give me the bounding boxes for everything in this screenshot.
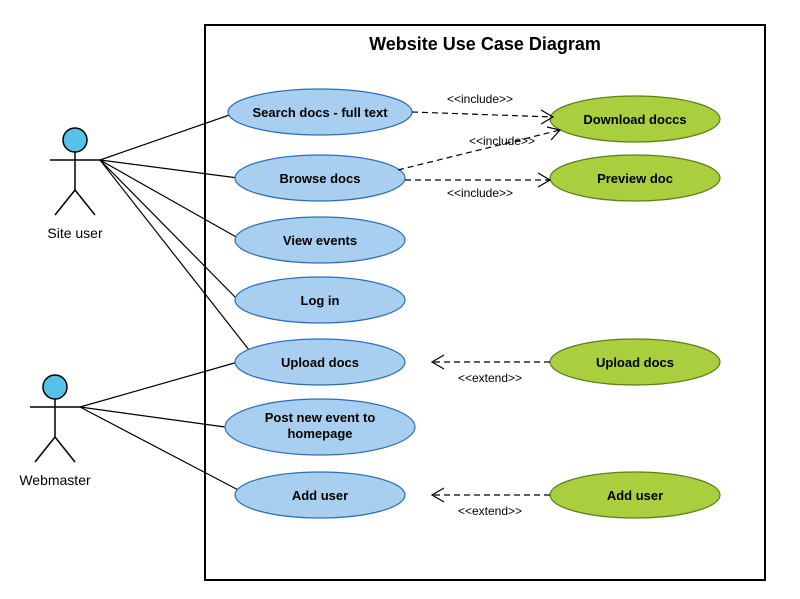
svg-text:Log in: Log in bbox=[301, 293, 340, 308]
actor-webmaster-label: Webmaster bbox=[19, 472, 91, 488]
actor-site-user-label: Site user bbox=[47, 225, 103, 241]
svg-text:Add user: Add user bbox=[292, 488, 348, 503]
svg-text:Post new event to: Post new event to bbox=[265, 410, 376, 425]
svg-text:<<extend>>: <<extend>> bbox=[458, 371, 522, 385]
svg-text:Search docs - full text: Search docs - full text bbox=[252, 105, 388, 120]
assoc-webmaster-postevent bbox=[80, 407, 225, 427]
usecase-post-event: Post new event to homepage bbox=[225, 399, 415, 455]
assoc-webmaster-upload bbox=[80, 362, 238, 407]
svg-text:Add user: Add user bbox=[607, 488, 663, 503]
usecase-preview-doc: Preview doc bbox=[550, 155, 720, 201]
dep-browse-download: <<include>> bbox=[398, 127, 560, 170]
dep-adduser-extend: <<extend>> bbox=[432, 488, 550, 518]
svg-text:Preview doc: Preview doc bbox=[597, 171, 673, 186]
usecase-add-user: Add user bbox=[235, 472, 405, 518]
assoc-siteuser-login bbox=[100, 160, 238, 300]
usecase-upload-docs-ext: Upload docs bbox=[550, 339, 720, 385]
usecase-search-docs: Search docs - full text bbox=[228, 89, 412, 135]
svg-text:Download doccs: Download doccs bbox=[583, 112, 686, 127]
assoc-siteuser-viewevents bbox=[100, 160, 238, 238]
svg-text:View events: View events bbox=[283, 233, 357, 248]
assoc-siteuser-browse bbox=[100, 160, 238, 178]
svg-text:homepage: homepage bbox=[287, 426, 352, 441]
usecase-log-in: Log in bbox=[235, 277, 405, 323]
usecase-view-events: View events bbox=[235, 217, 405, 263]
svg-text:<<include>>: <<include>> bbox=[447, 186, 513, 200]
assoc-webmaster-adduser bbox=[80, 407, 244, 493]
svg-text:Browse docs: Browse docs bbox=[280, 171, 361, 186]
svg-text:<<include>>: <<include>> bbox=[447, 92, 513, 106]
dep-search-download: <<include>> bbox=[412, 92, 553, 124]
usecase-download-doccs: Download doccs bbox=[550, 96, 720, 142]
assoc-siteuser-search bbox=[100, 112, 238, 160]
diagram-title: Website Use Case Diagram bbox=[369, 34, 601, 54]
svg-text:<<include>>: <<include>> bbox=[469, 134, 535, 148]
usecase-browse-docs: Browse docs bbox=[235, 155, 405, 201]
svg-text:Upload docs: Upload docs bbox=[281, 355, 359, 370]
svg-text:<<extend>>: <<extend>> bbox=[458, 504, 522, 518]
svg-text:Upload docs: Upload docs bbox=[596, 355, 674, 370]
usecase-add-user-ext: Add user bbox=[550, 472, 720, 518]
assoc-siteuser-upload bbox=[100, 160, 253, 355]
usecase-upload-docs: Upload docs bbox=[235, 339, 405, 385]
dep-browse-preview: <<include>> bbox=[405, 173, 550, 200]
dep-upload-extend: <<extend>> bbox=[432, 355, 550, 385]
actor-webmaster: Webmaster bbox=[19, 375, 91, 488]
actor-site-user: Site user bbox=[47, 128, 103, 241]
